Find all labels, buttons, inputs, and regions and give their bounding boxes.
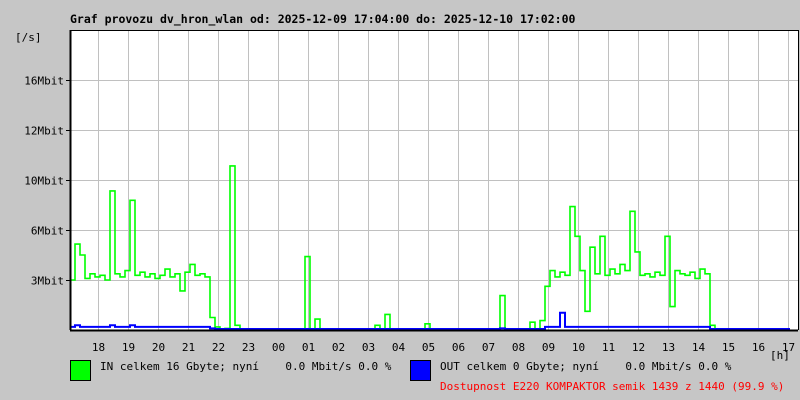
y-axis-unit: [/s] xyxy=(15,31,42,44)
y-tick-label: 10Mbit xyxy=(24,175,64,188)
x-tick-label: 03 xyxy=(362,341,375,354)
x-tick-label: 18 xyxy=(92,341,105,354)
availability-text: Dostupnost E220 KOMPAKTOR semik 1439 z 1… xyxy=(440,380,785,393)
x-tick-label: 10 xyxy=(572,341,585,354)
x-tick-label: 07 xyxy=(482,341,495,354)
x-tick-label: 15 xyxy=(722,341,735,354)
legend-in-label: IN celkem 16 Gbyte; nyní 0.0 Mbit/s 0.0 … xyxy=(100,360,392,373)
x-tick-label: 11 xyxy=(602,341,615,354)
x-axis-unit: [h] xyxy=(770,349,790,362)
x-tick-label: 06 xyxy=(452,341,465,354)
x-tick-label: 22 xyxy=(212,341,225,354)
x-tick-label: 12 xyxy=(632,341,645,354)
y-tick-label: 6Mbit xyxy=(31,225,64,238)
x-tick-label: 14 xyxy=(692,341,706,354)
legend-out-swatch xyxy=(410,360,431,381)
x-tick-label: 21 xyxy=(182,341,195,354)
chart-title: Graf provozu dv_hron_wlan od: 2025-12-09… xyxy=(70,12,575,27)
x-tick-label: 09 xyxy=(542,341,555,354)
x-tick-label: 08 xyxy=(512,341,525,354)
chart-svg: Graf provozu dv_hron_wlan od: 2025-12-09… xyxy=(15,12,799,362)
y-tick-label: 12Mbit xyxy=(24,125,64,138)
y-tick-label: 16Mbit xyxy=(24,75,64,88)
x-tick-label: 19 xyxy=(122,341,135,354)
x-tick-label: 13 xyxy=(662,341,675,354)
y-tick-label: 3Mbit xyxy=(31,275,64,288)
x-tick-label: 04 xyxy=(392,341,406,354)
x-tick-label: 05 xyxy=(422,341,435,354)
x-tick-label: 20 xyxy=(152,341,165,354)
legend-out-label: OUT celkem 0 Gbyte; nyní 0.0 Mbit/s 0.0 … xyxy=(440,360,732,373)
x-tick-label: 01 xyxy=(302,341,315,354)
x-tick-label: 23 xyxy=(242,341,255,354)
x-tick-label: 02 xyxy=(332,341,345,354)
traffic-graph: Graf provozu dv_hron_wlan od: 2025-12-09… xyxy=(0,0,800,400)
x-tick-label: 00 xyxy=(272,341,285,354)
x-tick-label: 16 xyxy=(752,341,765,354)
legend-in-swatch xyxy=(70,360,91,381)
